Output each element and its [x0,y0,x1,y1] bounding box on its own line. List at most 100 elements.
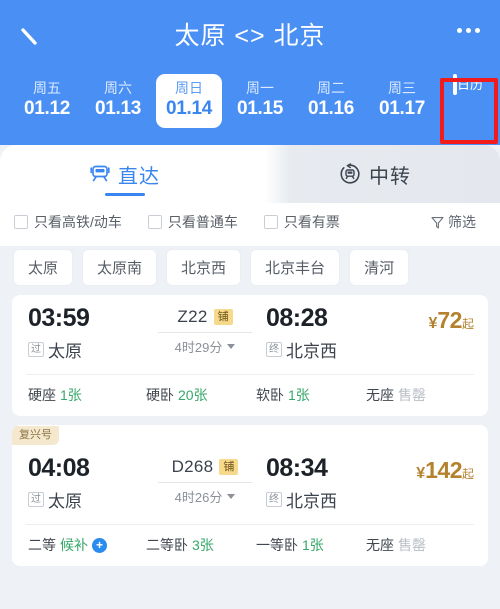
filter-checkbox-normal[interactable]: 只看普通车 [147,212,238,232]
tabs-container: 直达 中转 [0,145,500,203]
train-icon [90,165,110,183]
chevron-down-icon[interactable] [227,344,236,349]
tab-direct-label: 直达 [118,165,160,188]
train-number: D268 [171,457,214,476]
depart-station-name: 太原 [48,492,82,511]
tab-transfer-label: 中转 [369,165,411,188]
filter-sort-label: 筛选 [448,214,476,230]
duration-row[interactable]: 4时26分 [144,487,266,506]
filter-checkbox-available[interactable]: 只看有票 [263,212,340,232]
calendar-icon [452,74,457,95]
date-item-4[interactable]: 周二 01.16 [298,74,364,128]
date-item-0[interactable]: 周五 01.12 [14,74,80,128]
depart-column: 04:08 过 太原 [28,453,144,512]
train-card-main: 04:08 过 太原 D268 铺 4时26分 08:34 终 北京西 ¥142… [12,445,488,524]
arrive-station-name: 北京西 [286,342,337,361]
filter-label: 只看有票 [283,214,340,230]
depart-station-name: 太原 [48,342,82,361]
date-value: 01.13 [94,98,142,119]
train-middle-column: D268 铺 4时26分 [144,453,266,506]
station-chip-4[interactable]: 清河 [350,250,409,285]
date-item-1[interactable]: 周六 01.13 [85,74,151,128]
seat-item-0[interactable]: 二等 候补 + [28,535,146,555]
train-list: 03:59 过 太原 Z22 铺 4时29分 08:28 终 北京西 ¥72起 … [0,295,500,566]
seat-item-3: 无座 售罄 [366,535,426,555]
date-item-2-selected[interactable]: 周日 01.14 [156,74,222,128]
seat-name: 软卧 [256,387,284,403]
more-options-icon[interactable] [457,28,480,33]
depart-station-line: 过 太原 [28,487,144,512]
duration-row[interactable]: 4时29分 [144,337,266,356]
depart-stop-tag: 过 [28,342,44,357]
checkbox-box[interactable] [14,215,28,229]
filter-checkbox-highspeed[interactable]: 只看高铁/动车 [14,212,122,232]
seats-row: 硬座 1张 硬卧 20张 软卧 1张 无座 售罄 [12,375,488,416]
station-chip-2[interactable]: 北京西 [167,250,241,285]
bed-badge: 铺 [213,309,233,325]
arrive-station-line: 终 北京西 [266,487,382,512]
date-value: 01.15 [236,98,284,119]
filters-area: 只看高铁/动车 只看普通车 只看有票 筛选 [0,203,500,246]
date-strip: 周五 01.12 周六 01.13 周日 01.14 周一 01.15 周二 0… [0,68,500,146]
date-item-3[interactable]: 周一 01.15 [227,74,293,128]
seat-name: 二等 [28,537,56,553]
transfer-icon [339,163,361,185]
filter-sort-button[interactable]: 筛选 [431,212,476,232]
calendar-button[interactable]: 日历 [442,74,494,95]
filter-row: 只看高铁/动车 只看普通车 只看有票 筛选 [0,203,500,238]
seat-item-2[interactable]: 一等卧 1张 [256,535,366,555]
train-number-line: Z22 铺 [144,307,266,327]
date-dow: 周三 [388,80,416,96]
price-block: ¥72起 [382,307,474,334]
date-dow: 周日 [175,80,203,96]
plus-icon[interactable]: + [92,537,107,553]
stations-chip-row[interactable]: 太原 太原南 北京西 北京丰台 清河 [0,246,500,295]
price-suffix: 起 [461,467,474,481]
arrive-stop-tag: 终 [266,342,282,357]
arrive-column: 08:28 终 北京西 [266,303,382,362]
price-currency: ¥ [416,465,426,482]
seat-count: 1张 [60,387,82,403]
seat-soldout: 售罄 [398,387,426,403]
seat-count: 1张 [288,387,310,403]
seat-item-1[interactable]: 二等卧 3张 [146,535,256,555]
route-line [158,482,252,483]
content-sheet: 直达 中转 只看高铁/动车 只看普通车 只看有票 筛选 太原 太原南 北京西 北… [0,145,500,609]
depart-stop-tag: 过 [28,492,44,507]
price-amount: 72 [437,307,462,333]
tab-direct[interactable]: 直达 [0,145,250,203]
date-value: 01.16 [307,98,355,119]
seat-item-0[interactable]: 硬座 1张 [28,385,146,405]
date-dow: 周二 [317,80,345,96]
date-item-5[interactable]: 周三 01.17 [369,74,435,128]
tab-active-underline [105,193,145,196]
seat-name: 硬座 [28,387,56,403]
checkbox-box[interactable] [147,215,162,229]
train-card-1[interactable]: 复兴号 04:08 过 太原 D268 铺 4时26分 08:34 终 北京西 … [12,425,488,566]
arrive-time: 08:34 [266,454,328,482]
funnel-icon [431,216,444,229]
duration-text: 4时29分 [174,340,223,355]
train-card-0[interactable]: 03:59 过 太原 Z22 铺 4时29分 08:28 终 北京西 ¥72起 … [12,295,488,416]
arrive-column: 08:34 终 北京西 [266,453,382,512]
arrive-time: 08:28 [266,304,328,332]
date-dow: 周六 [104,80,132,96]
filter-label: 只看高铁/动车 [34,214,122,230]
price-suffix: 起 [461,317,474,331]
train-card-main: 03:59 过 太原 Z22 铺 4时29分 08:28 终 北京西 ¥72起 [12,295,488,374]
seat-name: 二等卧 [146,537,188,553]
nav-bar: 太原 <> 北京 [0,0,500,68]
depart-column: 03:59 过 太原 [28,303,144,362]
seat-item-1[interactable]: 硬卧 20张 [146,385,256,405]
seat-item-2[interactable]: 软卧 1张 [256,385,366,405]
depart-station-line: 过 太原 [28,337,144,362]
tab-transfer[interactable]: 中转 [250,145,500,203]
station-chip-3[interactable]: 北京丰台 [251,250,340,285]
station-chip-0[interactable]: 太原 [14,250,73,285]
back-arrow-icon[interactable] [18,24,44,50]
arrive-station-name: 北京西 [286,492,337,511]
duration-text: 4时26分 [174,490,223,505]
checkbox-box[interactable] [263,215,278,229]
chevron-down-icon[interactable] [227,494,236,499]
station-chip-1[interactable]: 太原南 [83,250,157,285]
